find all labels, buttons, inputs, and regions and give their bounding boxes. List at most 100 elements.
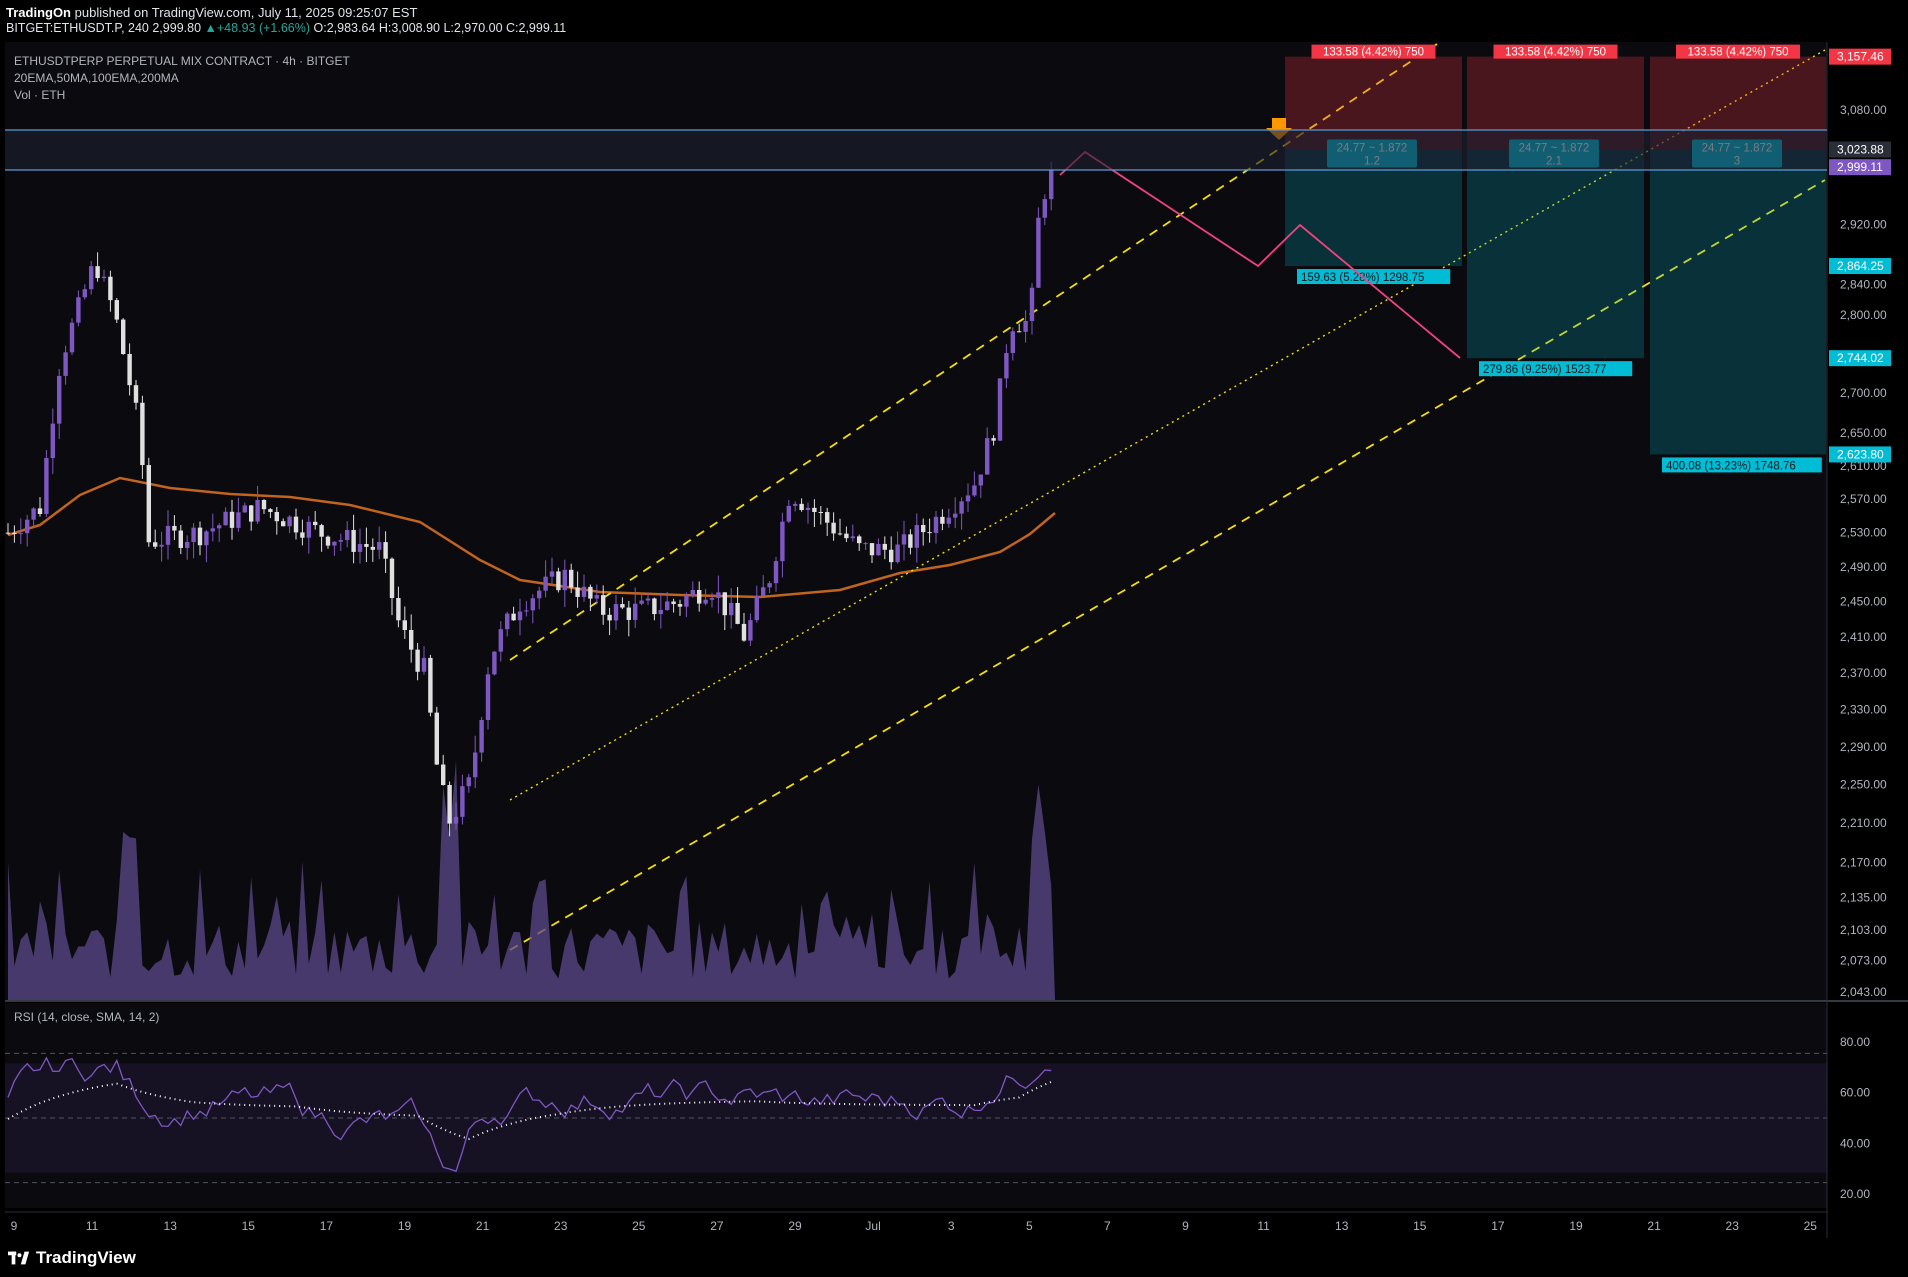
price-chart[interactable]: 133.58 (4.42%) 75024.77 ~ 1.8721.2159.63… [0, 38, 1908, 1240]
candle-body [50, 423, 55, 459]
time-axis-label: 23 [1726, 1219, 1740, 1233]
candle-body [652, 598, 657, 615]
short-position-2[interactable]: 133.58 (4.42%) 75024.77 ~ 1.8722.1279.86… [1467, 44, 1644, 377]
candle-body [530, 598, 535, 611]
candle-body [287, 516, 292, 527]
candle-body [562, 569, 567, 591]
price-axis-label: 2,450.00 [1840, 595, 1887, 609]
candle-body [108, 276, 113, 301]
candle-body [498, 629, 503, 652]
price-tag: 2,623.80 [1837, 447, 1884, 461]
candle-body [1010, 331, 1015, 354]
short-position-3[interactable]: 133.58 (4.42%) 75024.77 ~ 1.8723400.08 (… [1650, 44, 1826, 473]
candle-body [997, 378, 1003, 441]
candle-body [485, 674, 491, 720]
target-label: 400.08 (13.23%) 1748.76 [1666, 460, 1796, 472]
candle-body [793, 503, 798, 506]
candle-body [293, 516, 299, 533]
candle-body [748, 620, 753, 641]
rsi-legend[interactable]: RSI (14, close, SMA, 14, 2) [14, 1010, 159, 1024]
candle-body [767, 583, 772, 588]
candle-body [5, 532, 11, 534]
candle-body [1042, 199, 1047, 218]
candle-body [639, 600, 644, 604]
candle-body [306, 521, 311, 538]
candle-body [921, 525, 926, 533]
time-axis-label: 5 [1026, 1219, 1033, 1233]
candle-body [850, 536, 855, 539]
time-axis-label: 11 [86, 1219, 99, 1233]
candle-body [370, 546, 375, 550]
time-axis-label: 17 [1491, 1219, 1505, 1233]
time-axis-label: 15 [1413, 1219, 1427, 1233]
price-axis-label: 2,920.00 [1840, 218, 1887, 232]
candle-body [978, 474, 983, 486]
tradingview-mark-icon [8, 1251, 30, 1265]
candle-body [901, 534, 907, 545]
candle-body [837, 533, 843, 535]
candle-body [492, 651, 497, 675]
candle-body [57, 375, 62, 424]
candle-body [165, 525, 171, 545]
candle-body [1049, 170, 1054, 200]
candle-body [953, 513, 958, 518]
candle-body [588, 586, 593, 599]
price-axis-label: 2,170.00 [1840, 855, 1887, 869]
candle-body [940, 516, 945, 524]
time-axis-label: 9 [11, 1219, 18, 1233]
candle-body [351, 529, 356, 552]
candle-body [319, 525, 324, 537]
target-label: 279.86 (9.25%) 1523.77 [1483, 364, 1606, 376]
candle-body [549, 571, 555, 577]
time-axis-label: 3 [948, 1219, 955, 1233]
candle-body [633, 603, 638, 620]
candle-body [127, 354, 132, 386]
candle-body [799, 503, 804, 511]
candle-body [914, 525, 919, 548]
candle-body [575, 587, 580, 597]
tradingview-logo[interactable]: TradingView [8, 1248, 136, 1268]
candle-body [441, 764, 446, 785]
candle-body [217, 525, 222, 529]
candle-body [594, 595, 599, 599]
rsi-axis-label: 80.00 [1840, 1035, 1870, 1049]
time-axis-label: 25 [1804, 1219, 1818, 1233]
candle-body [985, 438, 990, 475]
candle-body [409, 629, 414, 650]
candle-body [95, 266, 100, 279]
candle-body [402, 620, 407, 630]
candle-body [479, 719, 484, 753]
price-axis-label: 2,570.00 [1840, 492, 1887, 506]
price-axis-label: 2,250.00 [1840, 778, 1887, 792]
candle-body [754, 595, 759, 621]
candle-body [345, 529, 350, 541]
candle-body [434, 712, 439, 765]
candle-body [690, 589, 695, 597]
volume-legend[interactable]: Vol · ETH [14, 88, 65, 102]
candle-body [908, 534, 913, 548]
candle-body [709, 597, 715, 600]
candle-body [773, 561, 779, 584]
candle-body [37, 508, 43, 514]
price-axis-label: 2,290.00 [1840, 740, 1887, 754]
candle-body [396, 597, 401, 621]
candle-body [178, 530, 183, 548]
candle-body [31, 508, 36, 520]
candle-body [805, 507, 811, 511]
indicator-list[interactable]: 20EMA,50MA,100EMA,200MA [14, 71, 179, 85]
price-change: ▲+48.93 (+1.66%) [204, 21, 311, 35]
last-price: 2,999.80 [152, 21, 202, 35]
price-axis-label: 2,330.00 [1840, 703, 1887, 717]
candle-body [114, 300, 119, 320]
symbol-ohlc-line: BITGET:ETHUSDT.P, 240 2,999.80 ▲+48.93 (… [6, 21, 566, 35]
candle-body [818, 512, 823, 514]
candle-body [197, 527, 203, 546]
rsi-axis-label: 60.00 [1840, 1086, 1870, 1100]
time-axis-label: 9 [1182, 1219, 1189, 1233]
time-axis-label: 13 [1335, 1219, 1349, 1233]
publisher-name[interactable]: TradingOn [6, 5, 71, 20]
published-text: published on TradingView.com, July 11, 2… [74, 5, 418, 20]
candle-body [1004, 353, 1009, 379]
candle-body [677, 604, 683, 607]
time-axis-label: 7 [1104, 1219, 1111, 1233]
